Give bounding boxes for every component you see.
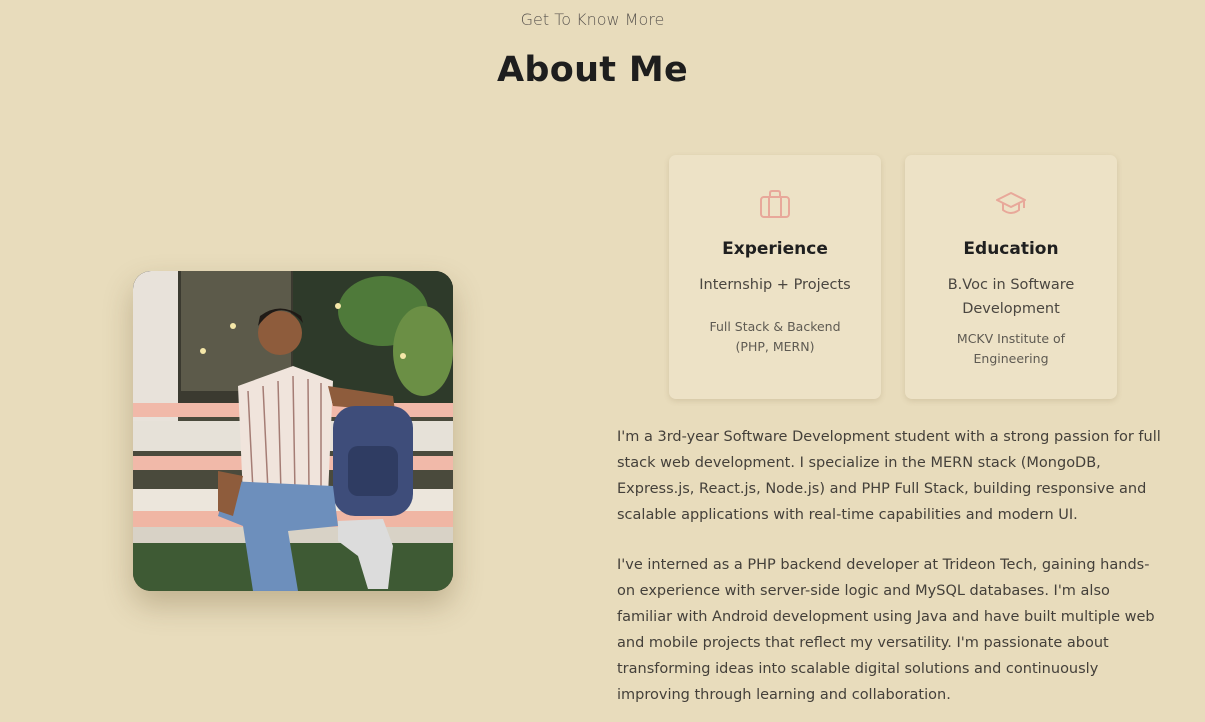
experience-summary: Internship + Projects bbox=[699, 277, 851, 293]
graduation-cap-icon bbox=[995, 189, 1027, 219]
bio-paragraph-1: I'm a 3rd-year Software Development stud… bbox=[617, 429, 1161, 523]
experience-detail: Full Stack & Backend (PHP, MERN) bbox=[709, 319, 841, 354]
experience-card: Experience Internship + Projects Full St… bbox=[669, 155, 881, 399]
education-institute: MCKV Institute of Engineering bbox=[956, 331, 1066, 366]
about-section: Get To Know More About Me Experience Int… bbox=[0, 0, 1205, 722]
profile-photo bbox=[133, 271, 453, 591]
section-subtitle: Get To Know More bbox=[520, 10, 665, 29]
experience-title: Experience bbox=[722, 239, 828, 259]
section-title: About Me bbox=[497, 50, 688, 90]
briefcase-icon bbox=[759, 189, 791, 219]
education-title: Education bbox=[963, 239, 1059, 259]
education-degree: B.Voc in Software Development bbox=[947, 277, 1075, 317]
bio-paragraph-2: I've interned as a PHP backend developer… bbox=[617, 557, 1155, 703]
education-card: Education B.Voc in Software Development … bbox=[905, 155, 1117, 399]
